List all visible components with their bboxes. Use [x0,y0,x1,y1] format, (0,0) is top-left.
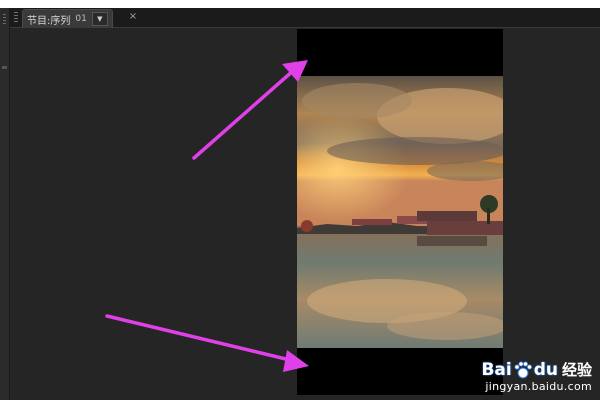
left-panel-strip [0,8,10,400]
watermark-brand-left: Bai [481,359,512,380]
top-edge [0,0,600,8]
watermark-jingyan: 经验 [561,361,592,379]
chevron-down-icon[interactable]: ▼ [91,12,108,26]
video-frame-image [297,76,503,348]
paw-icon [514,360,532,378]
close-icon[interactable]: × [127,10,139,24]
watermark-brand-right: du [533,359,558,380]
baidu-watermark: Bai du 经验 jingyan.baidu.com [481,359,592,394]
video-frame[interactable] [297,29,503,395]
panel-tab-bar: 节目:序列 01 ▼ × [10,8,600,28]
panel-tick [2,66,7,69]
grip-icon[interactable] [14,12,18,23]
grip-icon[interactable] [3,14,6,24]
tab-sequence-number: 01 [75,14,87,24]
watermark-url: jingyan.baidu.com [485,380,592,393]
tab-program-sequence[interactable]: 节目:序列 01 ▼ [22,9,113,28]
tab-title: 节目:序列 [27,15,71,27]
